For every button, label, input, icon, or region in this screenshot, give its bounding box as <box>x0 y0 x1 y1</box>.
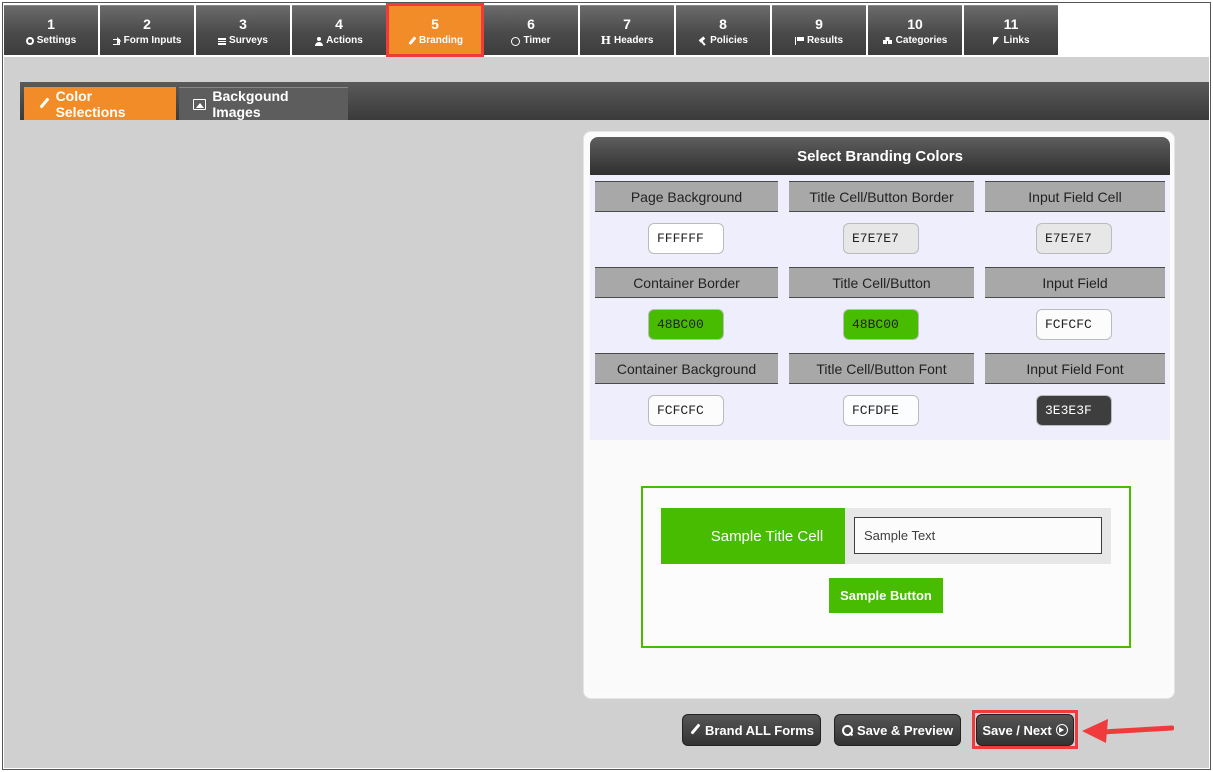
color-input-input-field-font[interactable]: 3E3E3F <box>1036 395 1112 426</box>
step-tab-form-inputs[interactable]: 2 Form Inputs <box>100 5 194 55</box>
color-input-title-cell-border[interactable]: E7E7E7 <box>843 223 919 254</box>
step-label: Form Inputs <box>123 35 182 46</box>
field-label-input-field: Input Field <box>985 267 1165 298</box>
field-label-title-cell-button: Title Cell/Button <box>789 267 974 298</box>
search-icon <box>841 724 853 736</box>
color-input-container-border[interactable]: 48BC00 <box>648 309 724 340</box>
step-label: Actions <box>326 35 363 46</box>
step-number: 2 <box>143 16 151 32</box>
gear-icon <box>25 37 34 45</box>
sample-title-cell: Sample Title Cell <box>661 508 845 564</box>
step-number: 5 <box>431 16 439 32</box>
field-label-container-background: Container Background <box>595 353 778 384</box>
clock-icon <box>511 36 521 46</box>
color-grid: Page Background Title Cell/Button Border… <box>590 175 1170 440</box>
step-label: Settings <box>36 35 77 46</box>
step-label: Links <box>1003 35 1030 46</box>
step-number: 7 <box>623 16 631 32</box>
step-label: Policies <box>710 35 748 46</box>
tab-color-selections[interactable]: Color Selections <box>24 87 176 120</box>
step-tab-results[interactable]: 9 Results <box>772 5 866 55</box>
color-input-page-background[interactable]: FFFFFF <box>648 223 724 254</box>
step-number: 1 <box>47 16 55 32</box>
panel-title: Select Branding Colors <box>590 137 1170 175</box>
step-number: 9 <box>815 16 823 32</box>
field-label-title-cell-font: Title Cell/Button Font <box>789 353 974 384</box>
button-label: Save & Preview <box>856 722 954 738</box>
step-label: Categories <box>895 35 948 46</box>
field-label-title-cell-border: Title Cell/Button Border <box>789 181 974 212</box>
color-input-title-cell-button[interactable]: 48BC00 <box>843 309 919 340</box>
step-label: Branding <box>419 35 463 46</box>
flag-icon <box>794 37 804 45</box>
header-icon: H <box>600 34 611 47</box>
step-number: 10 <box>907 16 923 32</box>
user-icon <box>315 36 324 46</box>
step-label: Timer <box>523 35 551 46</box>
preview-area: Sample Title Cell Sample Button <box>590 440 1170 694</box>
pointer-arrow-icon <box>1082 719 1174 743</box>
step-label: Surveys <box>229 35 268 46</box>
step-tabs: 1 Settings 2 Form Inputs 3 Surveys 4 Act… <box>4 3 1060 57</box>
cursor-icon <box>992 36 1000 46</box>
step-tab-surveys[interactable]: 3 Surveys <box>196 5 290 55</box>
step-label: Headers <box>613 35 654 46</box>
step-number: 11 <box>1003 16 1019 32</box>
step-tab-headers[interactable]: 7 H Headers <box>580 5 674 55</box>
step-tab-links[interactable]: 11 Links <box>964 5 1058 55</box>
field-label-input-field-cell: Input Field Cell <box>985 181 1165 212</box>
preview-container: Sample Title Cell Sample Button <box>641 486 1131 648</box>
brand-all-forms-button[interactable]: Brand ALL Forms <box>682 714 821 746</box>
step-tab-actions[interactable]: 4 Actions <box>292 5 386 55</box>
step-tab-branding[interactable]: 5 Branding <box>386 3 484 57</box>
save-next-button[interactable]: Save / Next <box>976 714 1074 746</box>
step-number: 8 <box>719 16 727 32</box>
paint-brush-icon <box>689 724 701 736</box>
sample-row: Sample Title Cell <box>661 508 1111 564</box>
gavel-icon <box>698 37 707 46</box>
field-label-container-border: Container Border <box>595 267 778 298</box>
step-tab-timer[interactable]: 6 Timer <box>484 5 578 55</box>
step-number: 3 <box>239 16 247 32</box>
tab-background-images[interactable]: Backgound Images <box>179 87 348 120</box>
tab-label: Color Selections <box>55 87 126 120</box>
sub-tab-bar: Color Selections Backgound Images <box>20 82 1209 120</box>
field-label-page-background: Page Background <box>595 181 778 212</box>
cubes-icon <box>882 37 893 45</box>
step-number: 4 <box>335 16 343 32</box>
field-label-input-field-font: Input Field Font <box>985 353 1165 384</box>
color-input-title-cell-font[interactable]: FCFDFE <box>843 395 919 426</box>
color-input-container-background[interactable]: FCFCFC <box>648 395 724 426</box>
save-preview-button[interactable]: Save & Preview <box>834 714 961 746</box>
tab-label: Backgound Images <box>212 88 289 120</box>
paint-brush-icon <box>407 37 416 46</box>
step-tab-categories[interactable]: 10 Categories <box>868 5 962 55</box>
color-input-input-field[interactable]: FCFCFC <box>1036 309 1112 340</box>
button-label: Save / Next <box>982 722 1052 738</box>
image-icon <box>193 98 207 110</box>
arrow-circle-right-icon <box>1055 724 1068 736</box>
sign-in-icon <box>112 37 121 45</box>
color-input-input-field-cell[interactable]: E7E7E7 <box>1036 223 1112 254</box>
step-tab-policies[interactable]: 8 Policies <box>676 5 770 55</box>
step-number: 6 <box>527 16 535 32</box>
bars-icon <box>218 37 227 45</box>
button-label: Brand ALL Forms <box>704 722 815 738</box>
sample-text-input[interactable] <box>854 517 1102 554</box>
step-label: Results <box>806 35 844 46</box>
branding-panel: Select Branding Colors Page Background T… <box>583 131 1175 699</box>
step-tab-settings[interactable]: 1 Settings <box>4 5 98 55</box>
paint-brush-icon <box>38 98 50 110</box>
sample-button[interactable]: Sample Button <box>829 578 943 613</box>
